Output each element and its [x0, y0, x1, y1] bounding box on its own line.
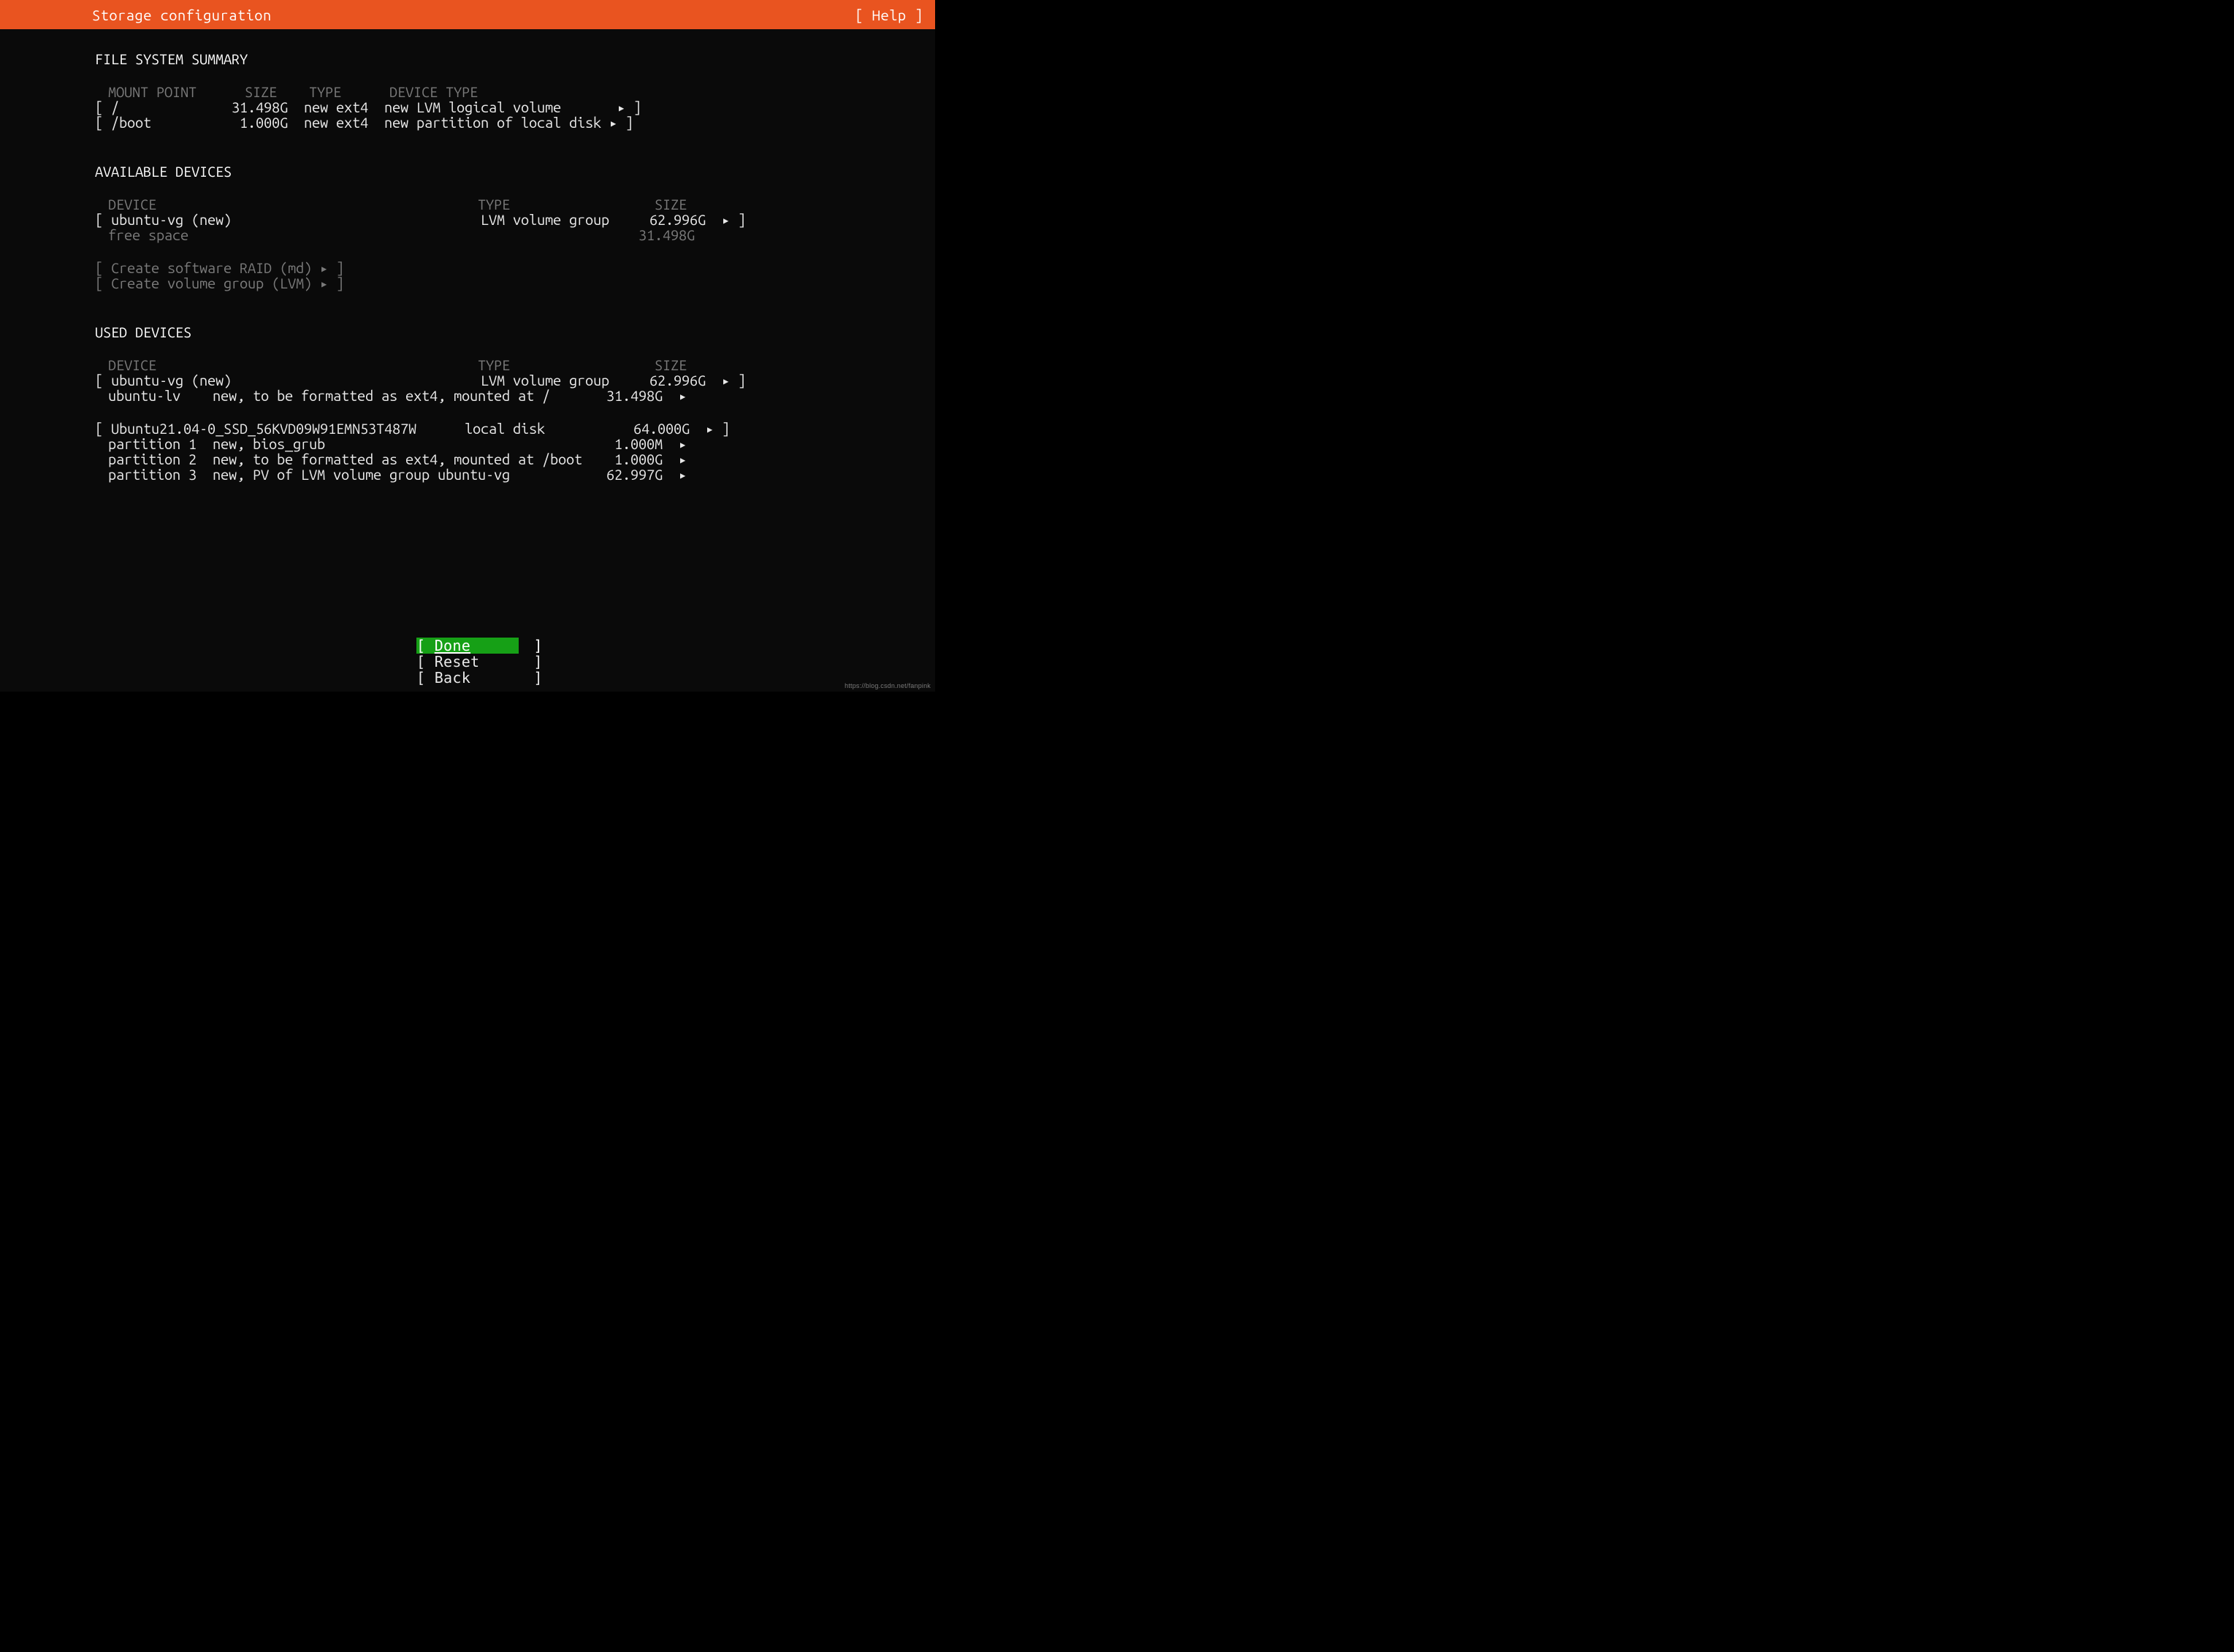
- triangle-right-icon: ▶: [609, 120, 617, 129]
- triangle-right-icon: ▶: [617, 104, 625, 114]
- header-bar: Storage configuration [ Help ]: [0, 0, 935, 29]
- help-button[interactable]: [ Help ]: [855, 5, 923, 25]
- bottom-button-bar: [ Done ] [ Reset ] [ Back ]: [0, 638, 935, 686]
- content-area: FILE SYSTEM SUMMARY MOUNT POINT SIZE TYP…: [0, 29, 687, 482]
- triangle-right-icon: ▶: [706, 426, 714, 435]
- page-title: Storage configuration: [4, 5, 272, 25]
- triangle-right-icon: ▶: [679, 456, 687, 466]
- reset-button[interactable]: [ Reset ]: [416, 654, 519, 670]
- used-part-3[interactable]: partition 3 new, PV of LVM volume group …: [95, 467, 687, 482]
- used-vg-head[interactable]: [ ubuntu-vg (new) LVM volume group 62.99…: [95, 372, 687, 388]
- used-part-1[interactable]: partition 1 new, bios_grub 1.000M ▶: [95, 436, 687, 451]
- fs-summary-heading: FILE SYSTEM SUMMARY: [95, 51, 687, 66]
- installer-screen: Storage configuration [ Help ] FILE SYST…: [0, 0, 935, 692]
- used-vg-lv[interactable]: ubuntu-lv new, to be formatted as ext4, …: [95, 388, 687, 403]
- fs-row-boot[interactable]: [ /boot 1.000G new ext4 new partition of…: [95, 115, 687, 130]
- fs-summary-headers: MOUNT POINT SIZE TYPE DEVICE TYPE: [95, 84, 687, 99]
- used-part-2[interactable]: partition 2 new, to be formatted as ext4…: [95, 451, 687, 467]
- triangle-right-icon: ▶: [679, 441, 687, 451]
- triangle-right-icon: ▶: [722, 378, 730, 387]
- triangle-right-icon: ▶: [722, 217, 730, 226]
- triangle-right-icon: ▶: [320, 265, 328, 275]
- available-row-free: free space 31.498G: [95, 227, 687, 242]
- back-button[interactable]: [ Back ]: [416, 670, 519, 686]
- triangle-right-icon: ▶: [320, 280, 328, 290]
- available-row-vg[interactable]: [ ubuntu-vg (new) LVM volume group 62.99…: [95, 212, 687, 227]
- used-headers: DEVICE TYPE SIZE: [95, 357, 687, 372]
- used-disk-head[interactable]: [ Ubuntu21.04-0_SSD_56KVD09W91EMN53T487W…: [95, 421, 687, 436]
- used-heading: USED DEVICES: [95, 324, 687, 340]
- triangle-right-icon: ▶: [679, 393, 687, 402]
- create-raid-action[interactable]: [ Create software RAID (md) ▶ ]: [95, 260, 687, 275]
- available-heading: AVAILABLE DEVICES: [95, 164, 687, 179]
- done-button[interactable]: [ Done ]: [416, 638, 519, 654]
- available-headers: DEVICE TYPE SIZE: [95, 196, 687, 212]
- watermark: https://blog.csdn.net/fanpink: [845, 681, 931, 690]
- create-lvm-action[interactable]: [ Create volume group (LVM) ▶ ]: [95, 275, 687, 291]
- fs-row-root[interactable]: [ / 31.498G new ext4 new LVM logical vol…: [95, 99, 687, 115]
- triangle-right-icon: ▶: [679, 472, 687, 481]
